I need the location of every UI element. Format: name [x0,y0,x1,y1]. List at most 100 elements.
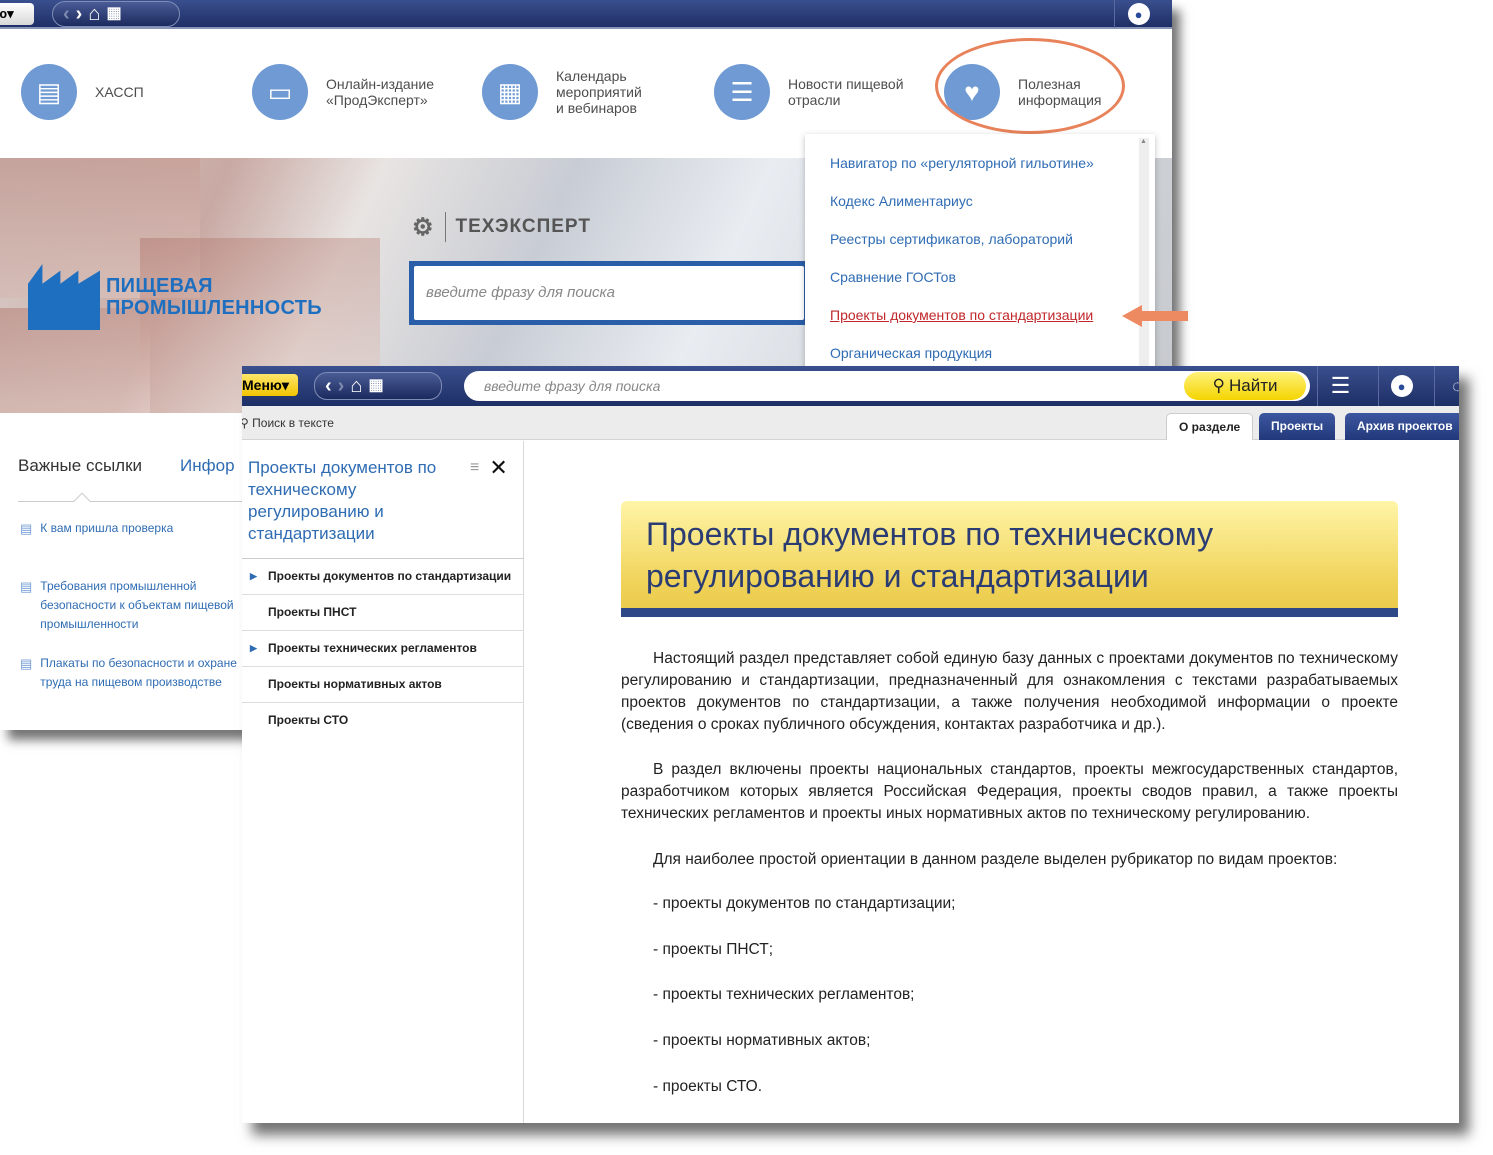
dropdown-item[interactable]: Кодекс Алиментариус [830,193,973,209]
sidebar-controls: ≡ ✕ [470,457,508,479]
search-in-text-label: Поиск в тексте [252,416,334,430]
brand-techexpert: ⚙ ТЕХЭКСПЕРТ [412,212,591,242]
document-content: Проекты документов по техническому регул… [525,441,1459,1123]
brand-divider [444,212,446,242]
highlight-ellipse [935,38,1125,134]
factory-logo-icon [28,264,100,330]
tab-projects-archive[interactable]: Архив проектов [1345,413,1459,440]
paragraph: Для наиболее простой ориентации в данном… [653,851,1338,868]
tab-about-section[interactable]: О разделе [1166,413,1254,440]
important-link[interactable]: ▤ Требования промышленной безопасности к… [20,577,234,634]
user-icon: ● [1127,3,1150,25]
home-icon[interactable]: ⌂ [350,376,362,396]
user-button[interactable]: ● [1378,366,1424,406]
link-text: К вам пришла проверка [40,521,174,535]
sidebar-item[interactable]: Проекты ПНСТ [242,595,524,631]
sidebar-item[interactable]: ▶ Проекты документов по стандартизации [242,559,524,595]
list-item: - проекты технических регламентов; [653,986,915,1003]
sidebar-item[interactable]: ▶ Проекты технических регламентов [242,631,524,667]
paragraph: Настоящий раздел представляет собой един… [621,650,1398,733]
important-link[interactable]: ▤ К вам пришла проверка [20,519,173,538]
hamburger-menu-button[interactable]: ☰ [1317,366,1363,406]
dropdown-item-active[interactable]: Проекты документов по стандартизации [830,307,1093,323]
useful-info-dropdown: Навигатор по «регуляторной гильотине» Ко… [805,134,1155,374]
chevron-right-icon[interactable]: › [76,4,83,24]
close-icon[interactable]: ✕ [489,457,507,479]
dropdown-item[interactable]: Сравнение ГОСТов [830,269,956,285]
nav-label: Новости пищевой отрасли [788,76,904,108]
newspaper-icon: ☰ [714,64,770,120]
sidebar-item[interactable]: Проекты нормативных актов [242,667,524,703]
back-search-box: введите фразу для поиска [409,261,809,325]
home-icon[interactable]: ⌂ [88,4,100,24]
find-label: Найти [1228,376,1278,395]
nav-label: Онлайн-издание «ПродЭксперт» [326,76,435,108]
brand-emblem-icon: ⚙ [412,213,435,241]
dropdown-scrollbar[interactable] [1139,138,1149,368]
front-nav-controls: ‹ › ⌂ ▦ [314,372,442,400]
nav-item-calendar[interactable]: ▦ Календарь мероприятий и вебинаров [482,64,642,120]
find-button[interactable]: ⚲ Найти [1184,372,1306,400]
calendar-icon: ▦ [482,64,538,120]
chevron-right-icon[interactable]: › [338,376,345,396]
document-toolbar: ⚲ Поиск в тексте О разделе Проекты Архив… [242,406,1459,440]
nav-item-prodexpert[interactable]: ▭ Онлайн-издание «ПродЭксперт» [252,64,434,120]
chevron-left-icon[interactable]: ‹ [325,376,332,396]
expand-arrow-icon[interactable]: ▶ [250,631,257,666]
chat-icon: ◌ [1452,375,1459,396]
list-item: - проекты ПНСТ; [653,941,774,958]
dropdown-item[interactable]: Реестры сертификатов, лабораторий [830,231,1073,247]
front-window: Меню▾ ‹ › ⌂ ▦ введите фразу для поиска ⚲… [242,366,1459,1123]
tab-notch [73,492,91,510]
links-tabs: Важные ссылки Инфор [18,456,235,476]
monitor-icon: ▭ [252,64,308,120]
user-icon: ● [1390,375,1413,397]
back-nav-controls: ‹ › ⌂ ▦ [52,1,180,27]
menu-button[interactable]: Меню▾ [242,374,298,396]
site-logo[interactable]: ПИЩЕВАЯ ПРОМЫШЛЕННОСТЬ [28,264,322,330]
section-sidebar: Проекты документов по техническому регул… [242,441,524,1123]
search-in-text-button[interactable]: ⚲ Поиск в тексте [242,416,334,430]
sidebar-item-label: Проекты ПНСТ [268,605,357,619]
paragraph: В раздел включены проекты национальных с… [621,761,1398,822]
sidebar-title: Проекты документов по техническому регул… [248,458,437,543]
back-topbar: ю▾ ‹ › ⌂ ▦ ● [0,0,1172,29]
list-item: - проекты нормативных актов; [653,1032,871,1049]
important-link[interactable]: ▤ Плакаты по безопасности и охране труда… [20,654,237,692]
tab-projects[interactable]: Проекты [1259,413,1336,440]
dropdown-item[interactable]: Органическая продукция [830,345,992,361]
grid-icon[interactable]: ▦ [368,376,383,396]
document-icon: ▤ [20,656,33,671]
content-title: Проекты документов по техническому регул… [646,516,1214,594]
dropdown-item[interactable]: Навигатор по «регуляторной гильотине» [830,155,1094,171]
tab-important-links[interactable]: Важные ссылки [18,456,142,475]
magnifier-icon: ⚲ [242,416,249,430]
back-menu-button[interactable]: ю▾ [0,3,34,25]
link-text: Плакаты по безопасности и охране труда н… [40,656,237,689]
list-item: - проекты СТО. [653,1078,763,1095]
nav-item-news[interactable]: ☰ Новости пищевой отрасли [714,64,904,120]
document-icon: ▤ [20,521,33,536]
sidebar-item-label: Проекты нормативных актов [268,677,442,691]
sidebar-item-label: Проекты технических регламентов [268,641,477,655]
hamburger-icon: ☰ [1330,373,1351,398]
links-divider [18,501,242,502]
menu-label: Меню [242,377,282,393]
caret-down-icon: ▾ [281,377,289,393]
chevron-left-icon[interactable]: ‹ [63,4,70,24]
grid-icon[interactable]: ▦ [106,4,121,24]
expand-arrow-icon[interactable]: ▶ [250,559,257,594]
logo-text: ПИЩЕВАЯ ПРОМЫШЛЕННОСТЬ [106,275,322,319]
back-user-button[interactable]: ● [1114,0,1162,28]
back-search-input[interactable]: введите фразу для поиска [414,266,804,320]
brand-text: ТЕХЭКСПЕРТ [455,216,591,237]
sidebar-item-label: Проекты документов по стандартизации [268,569,512,583]
content-header: Проекты документов по техническому регул… [621,501,1398,616]
link-text: Требования промышленной безопасности к о… [40,579,234,631]
sidebar-item[interactable]: Проекты СТО [242,703,524,739]
sidebar-item-label: Проекты СТО [268,713,349,727]
nav-item-haccp[interactable]: ▤ ХАССП [21,64,144,120]
list-icon[interactable]: ≡ [470,459,479,477]
chat-button[interactable]: ◌ [1434,366,1459,406]
tab-info[interactable]: Инфор [180,456,235,475]
